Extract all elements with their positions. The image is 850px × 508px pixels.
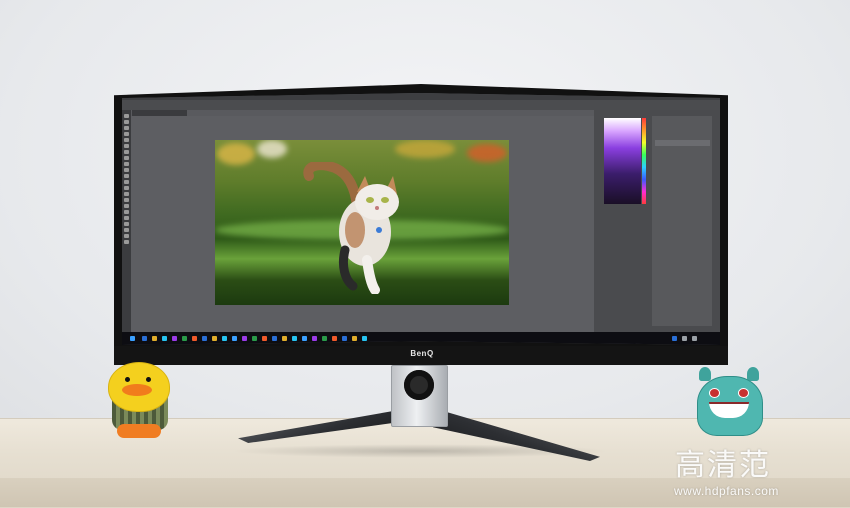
bokeh-light xyxy=(467,144,507,162)
bokeh-light xyxy=(217,143,255,165)
tool-icon xyxy=(124,174,129,178)
bokeh-light xyxy=(395,140,455,158)
watermark-url: www.hdpfans.com xyxy=(674,484,779,498)
tool-icon xyxy=(124,168,129,172)
taskbar-app-icon xyxy=(342,336,347,341)
duck-toy-beak xyxy=(122,384,152,396)
taskbar-app-icon xyxy=(262,336,267,341)
taskbar-app-icon xyxy=(152,336,157,341)
tool-icon xyxy=(124,228,129,232)
bulbasaur-toy-eye xyxy=(709,388,720,398)
curved-monitor: BenQ xyxy=(114,84,728,365)
taskbar-app-icon xyxy=(292,336,297,341)
taskbar-app-icon xyxy=(242,336,247,341)
tool-icon xyxy=(124,192,129,196)
taskbar-app-icon xyxy=(202,336,207,341)
monitor-screen xyxy=(122,93,720,345)
tray-icon xyxy=(672,336,677,341)
bulbasaur-toy-ear xyxy=(699,367,711,381)
cat-photo xyxy=(215,140,509,305)
taskbar-app-icon xyxy=(192,336,197,341)
taskbar-app-icon xyxy=(162,336,167,341)
taskbar-app-icon xyxy=(302,336,307,341)
tool-icon xyxy=(124,120,129,124)
tool-icon xyxy=(124,222,129,226)
tool-icon xyxy=(124,132,129,136)
app-options-bar xyxy=(122,100,720,110)
taskbar-app-icon xyxy=(312,336,317,341)
taskbar-app-icon xyxy=(182,336,187,341)
tool-icon xyxy=(124,114,129,118)
tool-icon xyxy=(124,156,129,160)
tool-icon xyxy=(124,198,129,202)
tool-icon xyxy=(124,234,129,238)
tool-icon xyxy=(124,138,129,142)
tool-icon xyxy=(124,216,129,220)
hue-slider xyxy=(642,118,646,204)
start-icon xyxy=(130,336,135,341)
taskbar-app-icon xyxy=(322,336,327,341)
tool-icon xyxy=(124,150,129,154)
taskbar-app-icon xyxy=(142,336,147,341)
tool-icon xyxy=(124,186,129,190)
taskbar-app-icon xyxy=(212,336,217,341)
tool-icon xyxy=(124,180,129,184)
taskbar-app-icon xyxy=(172,336,177,341)
layer-row xyxy=(655,140,710,146)
taskbar-app-icon xyxy=(282,336,287,341)
layers-panel xyxy=(652,116,712,326)
duck-toy-eye xyxy=(146,377,151,382)
taskbar-app-icon xyxy=(272,336,277,341)
cat-figure xyxy=(303,162,399,294)
tool-icon xyxy=(124,204,129,208)
taskbar-app-icon xyxy=(352,336,357,341)
bulbasaur-toy-eye xyxy=(738,388,749,398)
duck-toy-feet xyxy=(117,424,161,438)
taskbar-app-icon xyxy=(222,336,227,341)
watermark-logo: 高清范 xyxy=(675,448,771,483)
taskbar-app-icon xyxy=(252,336,257,341)
app-toolbar xyxy=(122,110,131,332)
bulbasaur-toy-ear xyxy=(747,367,759,381)
tool-icon xyxy=(124,240,129,244)
stand-cable-hole xyxy=(404,370,434,400)
tool-icon xyxy=(124,162,129,166)
taskbar-app-icon xyxy=(332,336,337,341)
bokeh-light xyxy=(257,140,287,158)
color-picker xyxy=(604,118,641,204)
tool-icon xyxy=(124,144,129,148)
taskbar-app-icon xyxy=(362,336,367,341)
taskbar-app-icon xyxy=(232,336,237,341)
tool-icon xyxy=(124,126,129,130)
brand-logo: BenQ xyxy=(410,349,434,358)
tool-icon xyxy=(124,210,129,214)
tray-icon xyxy=(682,336,687,341)
tray-icon xyxy=(692,336,697,341)
duck-toy-eye xyxy=(125,377,130,382)
